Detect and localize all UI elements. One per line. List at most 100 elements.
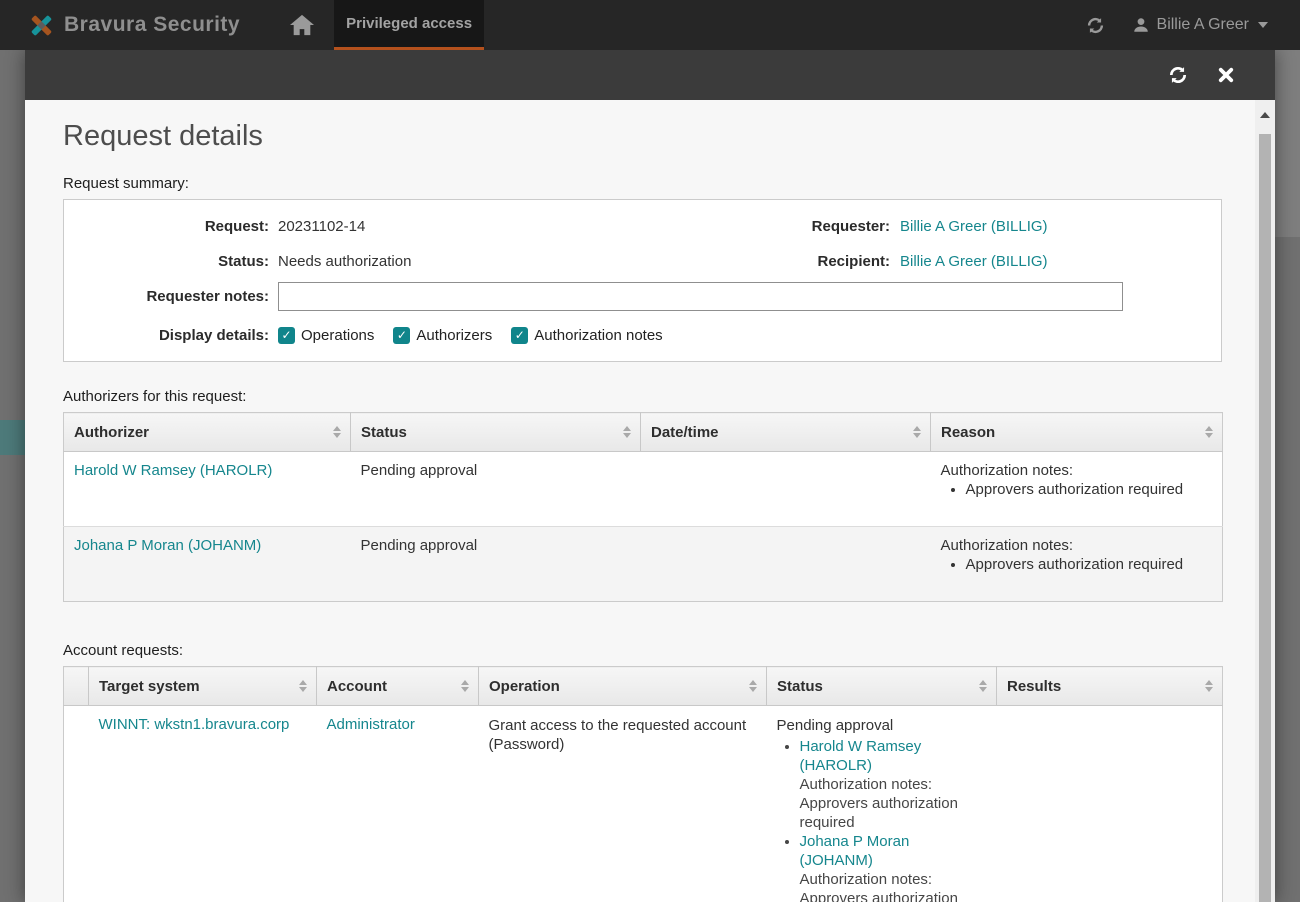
authorization-notes-title: Authorization notes: [941, 537, 1213, 554]
status-cell: Pending approval Harold W Ramsey (HAROLR… [767, 706, 997, 902]
column-header-operation[interactable]: Operation [479, 667, 767, 706]
authorizers-header-row: Authorizer Status Date/time Reason [64, 413, 1223, 452]
authorizer-link[interactable]: Harold W Ramsey (HAROLR) [800, 738, 922, 774]
datetime-cell [641, 452, 931, 527]
dialog-body: Request details Request summary: Request… [25, 100, 1275, 902]
requester-label: Requester: [694, 218, 890, 235]
column-header-authorizer[interactable]: Authorizer [64, 413, 351, 452]
bravura-logo-icon [28, 12, 55, 39]
authorizers-checkbox-label: Authorizers [416, 327, 492, 344]
authorizer-link[interactable]: Johana P Moran (JOHANM) [74, 537, 261, 554]
checkbox-item-operations: ✓ Operations [278, 327, 374, 344]
request-details-dialog: Request details Request summary: Request… [25, 50, 1275, 902]
reason-cell: Authorization notes: Approvers authoriza… [931, 452, 1223, 527]
status-authorizer-item: Harold W Ramsey (HAROLR) Authorization n… [800, 737, 987, 832]
authorization-notes-checkbox[interactable]: ✓ [511, 327, 528, 344]
sort-icon [1205, 426, 1213, 438]
sort-icon [461, 680, 469, 692]
dialog-scrollbar [1255, 100, 1275, 902]
summary-row-request: Request: 20231102-14 Requester: Billie A… [64, 209, 1221, 244]
status-label: Status: [64, 253, 269, 270]
table-row: Johana P Moran (JOHANM) Pending approval… [64, 527, 1223, 602]
user-icon [1132, 16, 1150, 34]
column-header-reason[interactable]: Reason [931, 413, 1223, 452]
operation-cell: Grant access to the requested account (P… [479, 706, 767, 902]
dialog-close-icon[interactable] [1217, 66, 1235, 84]
request-summary-panel: Request: 20231102-14 Requester: Billie A… [63, 199, 1222, 362]
home-tab[interactable] [270, 0, 334, 50]
status-text: Pending approval [777, 716, 987, 735]
recipient-link[interactable]: Billie A Greer (BILLIG) [900, 253, 1048, 270]
sort-icon [333, 426, 341, 438]
recipient-value: Billie A Greer (BILLIG) [890, 253, 1221, 270]
authorizers-section-label: Authorizers for this request: [63, 388, 1203, 405]
column-header-account[interactable]: Account [317, 667, 479, 706]
authorizer-cell: Harold W Ramsey (HAROLR) [64, 452, 351, 527]
topbar-spacer [484, 0, 1084, 50]
sort-icon [749, 680, 757, 692]
authorizer-cell: Johana P Moran (JOHANM) [64, 527, 351, 602]
sort-icon [623, 426, 631, 438]
requester-notes-input[interactable] [278, 282, 1123, 311]
authorization-notes-checkbox-label: Authorization notes [534, 327, 662, 344]
authorizer-link[interactable]: Johana P Moran (JOHANM) [800, 833, 910, 869]
status-cell: Pending approval [351, 452, 641, 527]
sort-icon [299, 680, 307, 692]
column-header-results[interactable]: Results [997, 667, 1223, 706]
table-row: Harold W Ramsey (HAROLR) Pending approva… [64, 452, 1223, 527]
recipient-label: Recipient: [694, 253, 890, 270]
summary-row-requester-notes: Requester notes: [64, 279, 1221, 314]
dimmed-background-panel [1275, 50, 1300, 237]
tab-privileged-access[interactable]: Privileged access [334, 0, 484, 50]
column-header-datetime[interactable]: Date/time [641, 413, 931, 452]
account-cell: Administrator [317, 706, 479, 902]
authorizers-table: Authorizer Status Date/time Reason [63, 412, 1223, 602]
row-selector-cell [64, 706, 89, 902]
scrollbar-up-arrow[interactable] [1255, 100, 1275, 130]
tab-privileged-access-label: Privileged access [346, 15, 472, 32]
account-link[interactable]: Administrator [327, 716, 415, 733]
results-cell [997, 706, 1223, 902]
account-requests-table: Target system Account Operation Status [63, 666, 1223, 902]
user-name: Billie A Greer [1157, 16, 1249, 34]
request-summary-label: Request summary: [63, 175, 1203, 192]
target-system-link[interactable]: WINNT: wkstn1.bravura.corp [99, 716, 290, 733]
column-header-status[interactable]: Status [767, 667, 997, 706]
brand-logo[interactable]: Bravura Security [0, 0, 270, 50]
column-header-blank[interactable] [64, 667, 89, 706]
brand-name: Bravura Security [64, 13, 240, 37]
authorization-notes-title: Authorization notes: [800, 775, 987, 794]
requester-link[interactable]: Billie A Greer (BILLIG) [900, 218, 1048, 235]
dialog-refresh-icon[interactable] [1167, 64, 1189, 86]
authorization-note-item: Approvers authorization required [966, 556, 1213, 573]
account-requests-section-label: Account requests: [63, 642, 1203, 659]
authorizers-checkbox[interactable]: ✓ [393, 327, 410, 344]
scrollbar-thumb[interactable] [1259, 134, 1271, 902]
authorization-note-text: Approvers authorization required [800, 794, 987, 832]
authorization-notes-title: Authorization notes: [800, 870, 987, 889]
top-navigation-bar: Bravura Security Privileged access [0, 0, 1300, 50]
sort-icon [979, 680, 987, 692]
display-details-label: Display details: [64, 327, 269, 344]
reason-cell: Authorization notes: Approvers authoriza… [931, 527, 1223, 602]
request-value: 20231102-14 [269, 218, 694, 235]
account-requests-header-row: Target system Account Operation Status [64, 667, 1223, 706]
status-cell: Pending approval [351, 527, 641, 602]
authorization-notes-title: Authorization notes: [941, 462, 1213, 479]
user-menu[interactable]: Billie A Greer [1132, 16, 1268, 34]
column-header-status[interactable]: Status [351, 413, 641, 452]
home-icon [289, 13, 315, 37]
dimmed-background-row-highlight [0, 420, 25, 455]
column-header-target-system[interactable]: Target system [89, 667, 317, 706]
summary-row-status: Status: Needs authorization Recipient: B… [64, 244, 1221, 279]
display-details-options: ✓ Operations ✓ Authorizers ✓ Authorizati… [269, 327, 663, 344]
topbar-refresh-icon[interactable] [1085, 15, 1106, 36]
requester-notes-label: Requester notes: [64, 288, 269, 305]
sort-icon [913, 426, 921, 438]
checkbox-item-authorization-notes: ✓ Authorization notes [511, 327, 662, 344]
datetime-cell [641, 527, 931, 602]
operations-checkbox[interactable]: ✓ [278, 327, 295, 344]
chevron-down-icon [1258, 22, 1268, 28]
checkbox-item-authorizers: ✓ Authorizers [393, 327, 492, 344]
authorizer-link[interactable]: Harold W Ramsey (HAROLR) [74, 462, 272, 479]
